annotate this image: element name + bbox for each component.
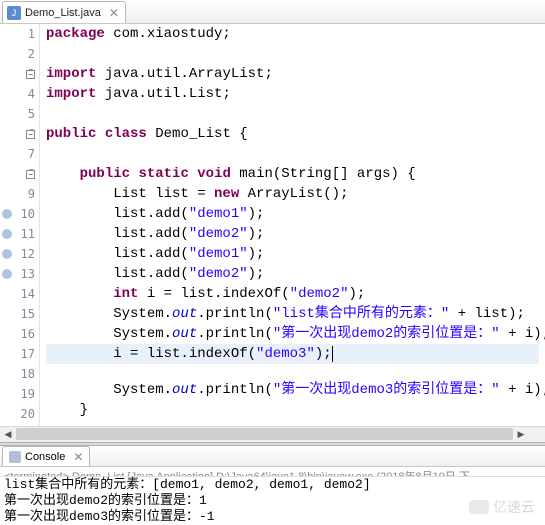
editor-tab-bar: J Demo_List.java ✕ — [0, 0, 545, 24]
console-tab[interactable]: Console ✕ — [2, 446, 90, 466]
gutter-marker-icon — [2, 249, 12, 259]
console-tab-label: Console — [25, 451, 65, 463]
gutter-line: 11 — [0, 224, 39, 244]
code-editor[interactable]: package com.xiaostudy; import java.util.… — [40, 24, 545, 426]
file-tab[interactable]: J Demo_List.java ✕ — [2, 1, 126, 23]
file-tab-label: Demo_List.java — [25, 7, 101, 19]
console-line: list集合中所有的元素：[demo1, demo2, demo1, demo2… — [4, 477, 541, 493]
scroll-thumb[interactable] — [16, 428, 513, 440]
console-panel: Console ✕ <terminated> Demo_List [Java A… — [0, 446, 545, 525]
gutter-line: 13 — [0, 264, 39, 284]
gutter-line: 7 — [0, 144, 39, 164]
gutter-line: 4 — [0, 84, 39, 104]
gutter-marker-icon — [2, 269, 12, 279]
line-gutter: 1 2 3− 4 5 6− 7 8− 9 10 11 12 13 14 15 1… — [0, 24, 40, 426]
gutter-line: 1 — [0, 24, 39, 44]
gutter-line: 6− — [0, 124, 39, 144]
gutter-line: 3− — [0, 64, 39, 84]
gutter-line: 5 — [0, 104, 39, 124]
watermark-badge-icon — [469, 500, 489, 514]
horizontal-scrollbar[interactable]: ◀ ▶ — [0, 426, 545, 442]
java-file-icon: J — [7, 6, 21, 20]
gutter-line: 15 — [0, 304, 39, 324]
close-icon[interactable]: ✕ — [109, 6, 119, 20]
console-line: 第一次出现demo3的索引位置是：-1 — [4, 509, 541, 525]
console-line: 第一次出现demo2的索引位置是：1 — [4, 493, 541, 509]
console-tab-bar: Console ✕ — [0, 446, 545, 467]
gutter-line: 10 — [0, 204, 39, 224]
gutter-line: 20 — [0, 404, 39, 424]
gutter-line: 19 — [0, 384, 39, 404]
console-output[interactable]: list集合中所有的元素：[demo1, demo2, demo1, demo2… — [0, 477, 545, 525]
gutter-marker-icon — [2, 209, 12, 219]
gutter-marker-icon — [2, 229, 12, 239]
scroll-right-icon[interactable]: ▶ — [513, 427, 529, 441]
fold-minus-icon[interactable]: − — [26, 130, 35, 139]
editor-area: 1 2 3− 4 5 6− 7 8− 9 10 11 12 13 14 15 1… — [0, 24, 545, 426]
gutter-line: 18 — [0, 364, 39, 384]
gutter-line: 8− — [0, 164, 39, 184]
fold-minus-icon[interactable]: − — [26, 170, 35, 179]
gutter-line: 17 — [0, 344, 39, 364]
console-run-info: <terminated> Demo_List [Java Application… — [0, 467, 545, 477]
fold-minus-icon[interactable]: − — [26, 70, 35, 79]
gutter-line: 12 — [0, 244, 39, 264]
close-icon[interactable]: ✕ — [73, 450, 83, 464]
text-cursor — [332, 346, 333, 362]
scroll-left-icon[interactable]: ◀ — [0, 427, 16, 441]
gutter-line: 9 — [0, 184, 39, 204]
gutter-line: 16 — [0, 324, 39, 344]
gutter-line: 2 — [0, 44, 39, 64]
gutter-line: 14 — [0, 284, 39, 304]
console-icon — [9, 451, 21, 463]
watermark: 亿速云 — [469, 497, 535, 517]
